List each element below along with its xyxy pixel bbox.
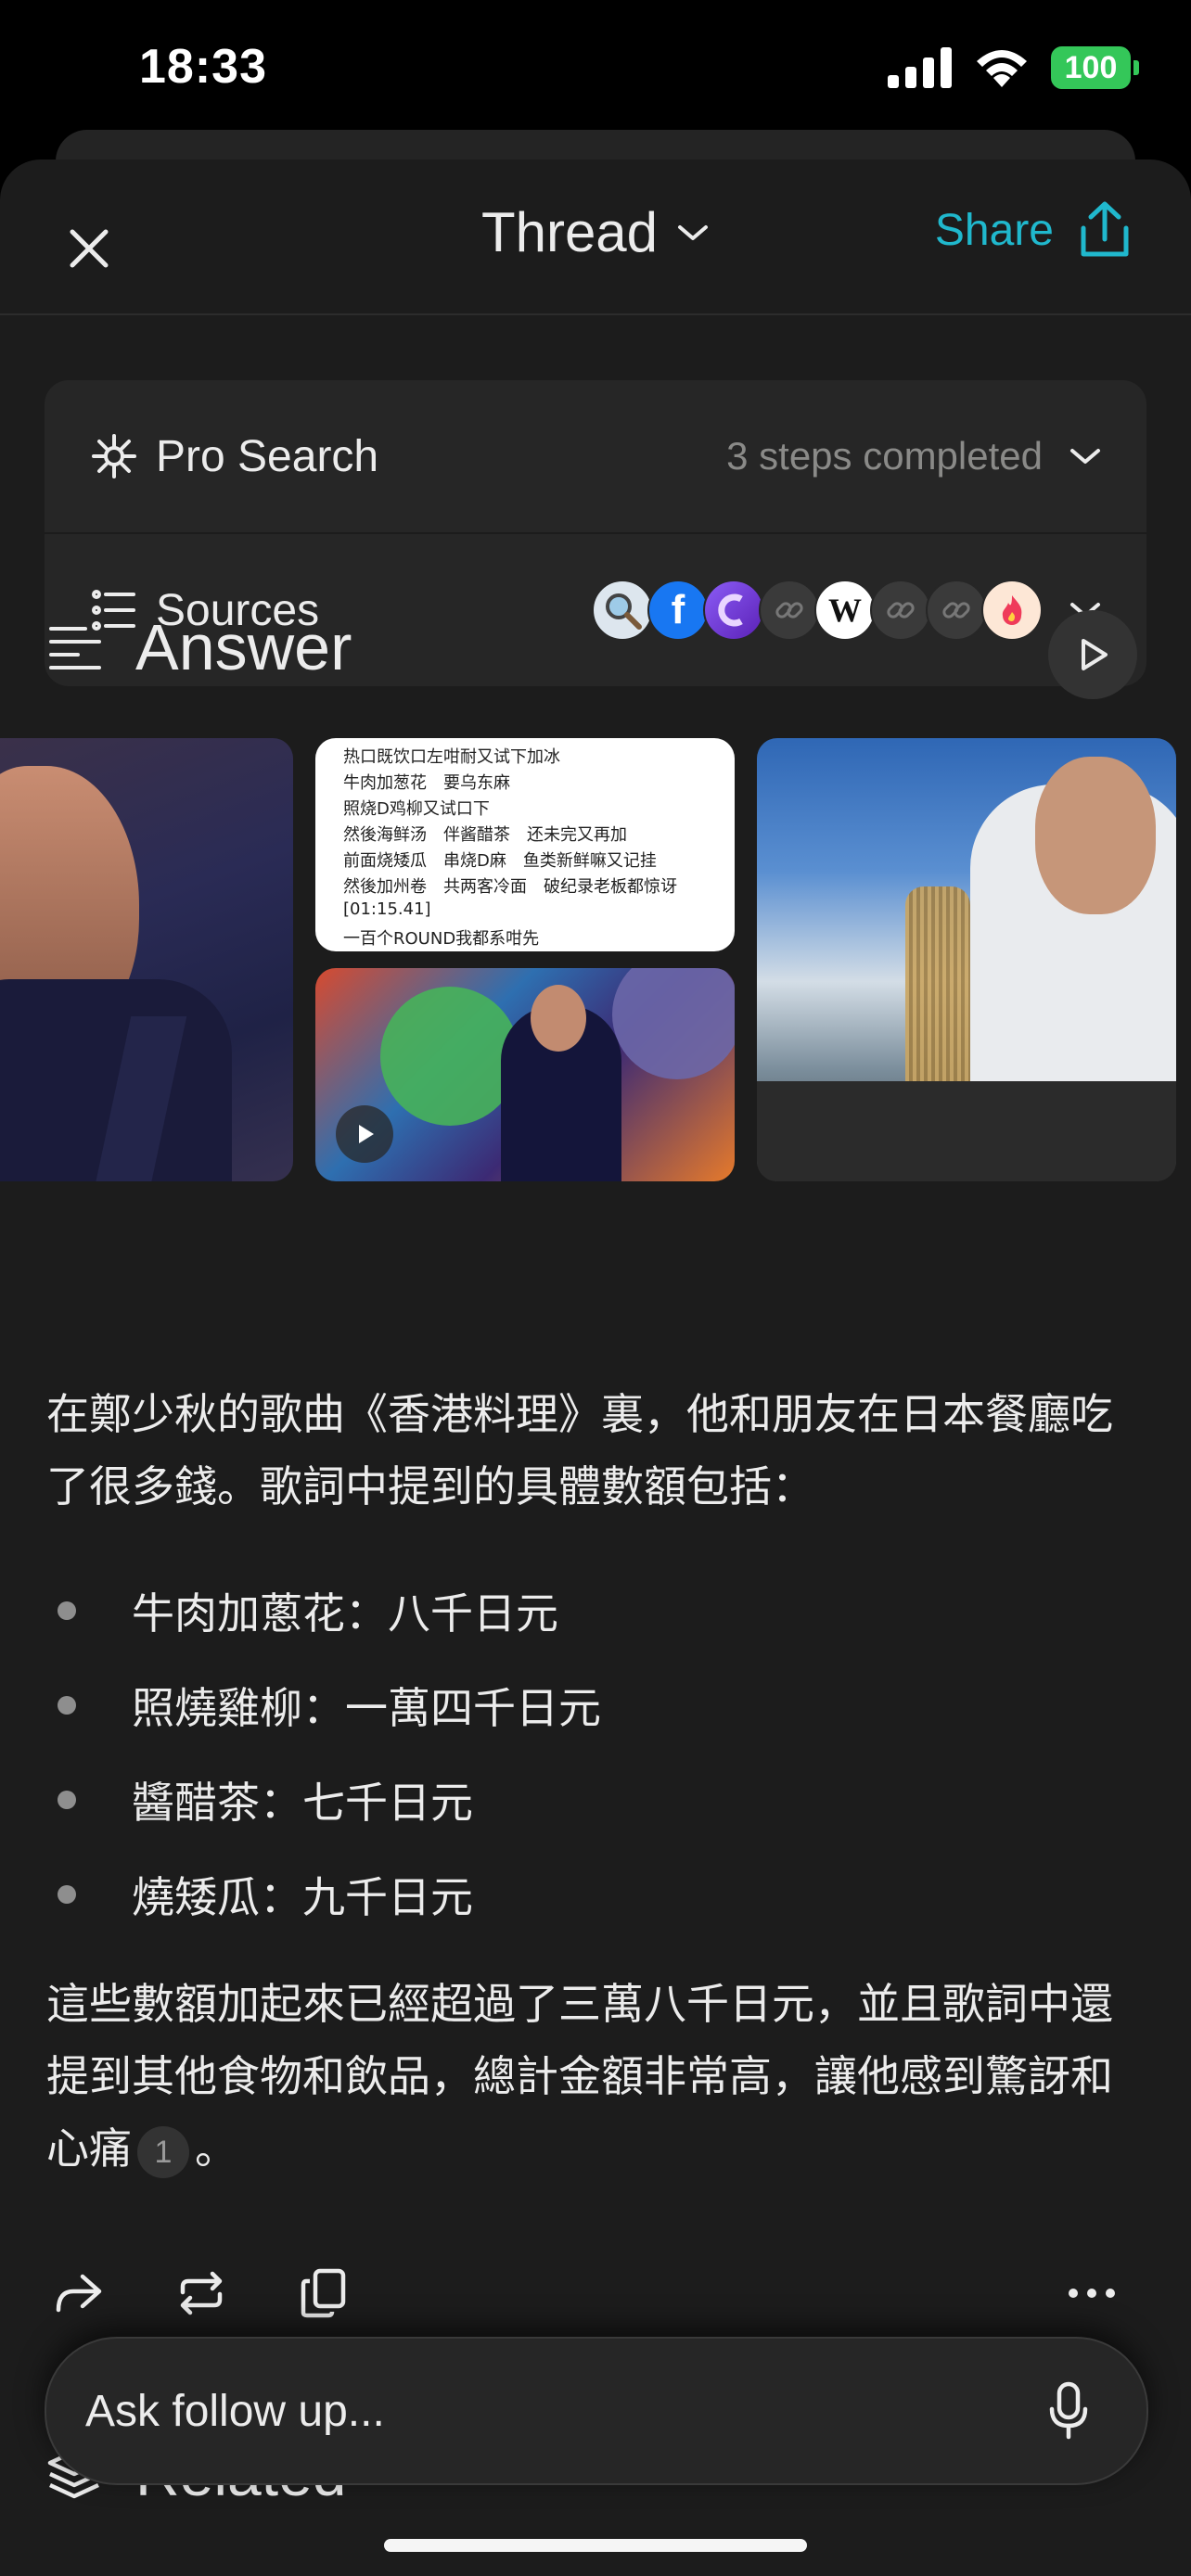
answer-heading: Answer <box>48 610 352 684</box>
lyric-line: 然後海鲜汤 伴酱醋茶 还未完又再加 <box>343 825 627 845</box>
status-time: 18:33 <box>139 40 267 94</box>
list-item: 醬醋茶：七千日元 <box>46 1753 1141 1847</box>
video-thumbnail[interactable] <box>315 968 735 1181</box>
share-label: Share <box>934 205 1054 255</box>
top-bar: Thread Share <box>0 159 1191 315</box>
chevron-down-icon <box>1070 449 1100 464</box>
follow-up-placeholder: Ask follow up... <box>85 2386 385 2436</box>
purple-favicon-icon <box>703 580 764 641</box>
share-icon <box>1081 201 1129 257</box>
answer-title: Answer <box>135 611 352 683</box>
rewrite-button[interactable] <box>169 2261 234 2326</box>
sparkle-icon <box>91 433 137 479</box>
lyric-line: [01:15.41] <box>343 899 431 919</box>
amount-list: 牛肉加蔥花：八千日元 照燒雞柳：一萬四千日元 醬醋茶：七千日元 燒矮瓜：九千日元 <box>46 1563 1141 1942</box>
image-singer-portrait[interactable] <box>0 738 293 1181</box>
facebook-favicon-icon: f <box>647 580 709 641</box>
microphone-button[interactable] <box>1031 2374 1106 2448</box>
list-item: 燒矮瓜：九千日元 <box>46 1847 1141 1942</box>
pro-search-label: Pro Search <box>156 431 379 481</box>
copy-button[interactable] <box>291 2261 356 2326</box>
thread-title: Thread <box>480 201 659 263</box>
conclusion-end: 。 <box>195 2123 237 2174</box>
image-lyrics-screenshot[interactable]: 热口既饮口左咁耐又试下加冰 牛肉加葱花 要乌东麻 照烧D鸡柳又试口下 然後海鲜汤… <box>315 738 735 951</box>
list-item-text: 牛肉加蔥花：八千日元 <box>132 1588 558 1639</box>
image-man-eating-noodles[interactable] <box>757 738 1176 1181</box>
wikipedia-favicon-icon: W <box>814 580 876 641</box>
thread-sheet: Thread Share Pro Search 3 steps complete… <box>0 159 1191 2576</box>
follow-up-input[interactable]: Ask follow up... <box>45 2337 1148 2485</box>
lyric-line: 然後加州卷 共两客冷面 破纪录老板都惊讶 <box>343 877 677 897</box>
list-item: 照燒雞柳：一萬四千日元 <box>46 1658 1141 1753</box>
forward-arrow-icon <box>56 2274 102 2313</box>
lyric-line: 牛肉加葱花 要乌东麻 <box>343 773 510 793</box>
battery-icon: 100 <box>1051 46 1139 89</box>
copy-icon <box>301 2268 346 2318</box>
play-answer-button[interactable] <box>1048 610 1137 699</box>
battery-level: 100 <box>1051 46 1131 89</box>
status-icons: 100 <box>888 46 1139 89</box>
fire-favicon-icon <box>981 580 1043 641</box>
lyric-line: 热口既饮口左咁耐又试下加冰 <box>343 747 560 767</box>
video-play-icon <box>336 1105 393 1163</box>
answer-conclusion: 這些數額加起來已經超過了三萬八千日元，並且歌詞中還提到其他食物和飲品，總計金額非… <box>46 1968 1141 2185</box>
lyric-line: 前面烧矮瓜 串烧D麻 鱼类新鲜嘛又记挂 <box>343 851 657 871</box>
list-item-text: 燒矮瓜：九千日元 <box>132 1872 473 1922</box>
share-answer-button[interactable] <box>46 2261 111 2326</box>
pro-search-row[interactable]: Pro Search 3 steps completed <box>45 380 1146 534</box>
more-horizontal-icon <box>1069 2289 1115 2298</box>
repeat-icon <box>180 2271 223 2315</box>
lyric-line: 一百个ROUND我都系咁先 <box>343 929 540 949</box>
search-favicon-icon <box>592 580 653 641</box>
citation-badge[interactable]: 1 <box>137 2125 189 2178</box>
signal-icon <box>888 47 952 88</box>
play-icon <box>1082 639 1108 670</box>
wifi-icon <box>977 50 1027 87</box>
steps-status: 3 steps completed <box>726 434 1043 478</box>
more-options-button[interactable] <box>1059 2261 1124 2326</box>
home-indicator <box>384 2539 807 2552</box>
link-favicon-icon <box>759 580 820 641</box>
source-favicons: f W <box>592 580 1043 641</box>
list-item-text: 醬醋茶：七千日元 <box>132 1778 473 1828</box>
lyric-line: 照烧D鸡柳又试口下 <box>343 799 490 819</box>
list-item-text: 照燒雞柳：一萬四千日元 <box>132 1683 601 1733</box>
answer-intro: 在鄭少秋的歌曲《香港料理》裏，他和朋友在日本餐廳吃了很多錢。歌詞中提到的具體數額… <box>46 1389 1113 1511</box>
list-item: 牛肉加蔥花：八千日元 <box>46 1563 1141 1658</box>
answer-actions <box>46 2261 1150 2326</box>
microphone-icon <box>1049 2381 1088 2440</box>
answer-lines-icon <box>49 627 101 670</box>
link-favicon-icon <box>926 580 987 641</box>
share-button[interactable]: Share <box>935 200 1132 260</box>
chevron-down-icon <box>678 224 709 240</box>
link-favicon-icon <box>870 580 931 641</box>
